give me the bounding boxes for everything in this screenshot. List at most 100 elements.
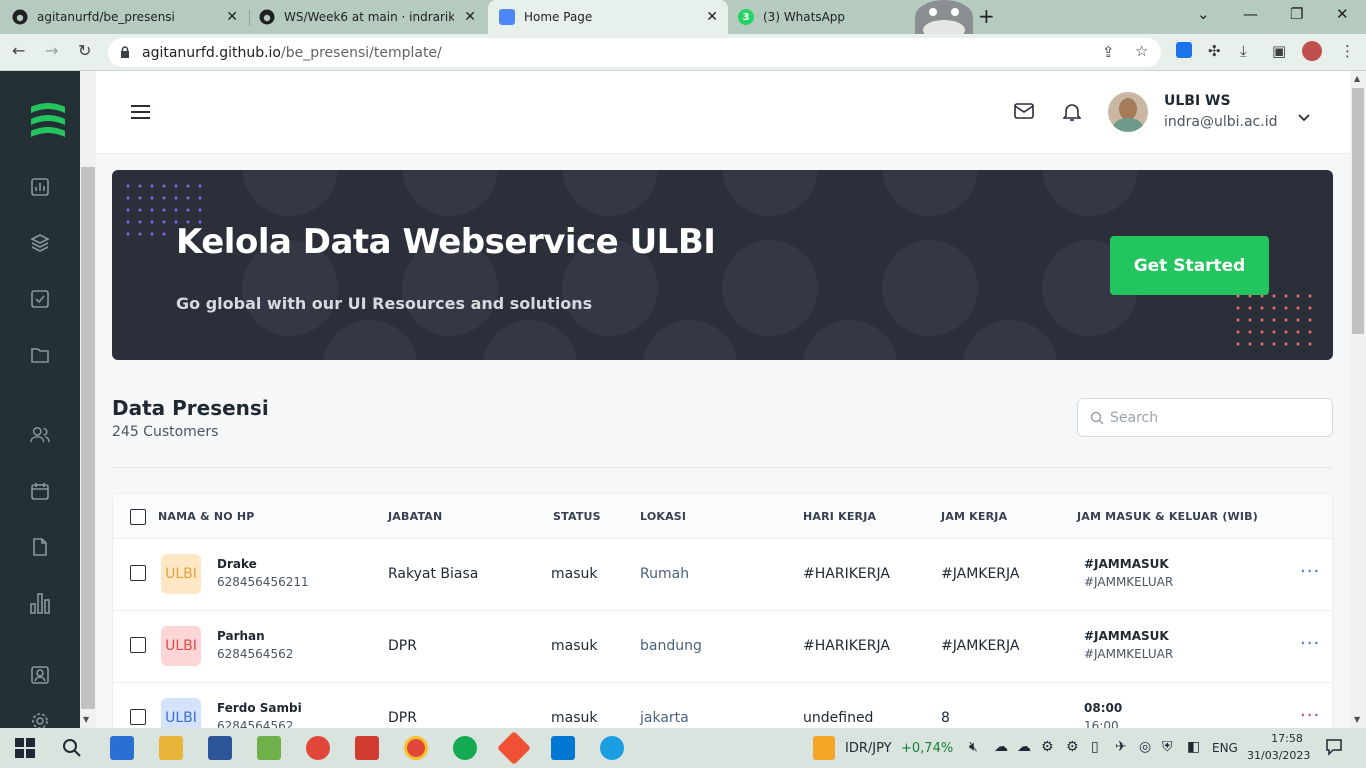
page-icon (499, 9, 515, 25)
table-header-row: NAMA & NO HP JABATAN STATUS LOKASI HARI … (113, 494, 1332, 539)
network-tray-icon[interactable]: ⚙ (1041, 739, 1054, 755)
column-header: JABATAN (388, 510, 443, 523)
layers-icon[interactable] (30, 233, 50, 253)
notification-bell-icon[interactable] (1062, 102, 1082, 126)
security-shield-icon[interactable]: ⛨ (1162, 739, 1173, 755)
clock-date[interactable]: 31/03/2023 (1247, 749, 1310, 762)
column-header: NAMA & NO HP (158, 510, 255, 523)
row-more-options-icon[interactable]: ··· (1300, 705, 1320, 726)
user-name: ULBI WS (1164, 93, 1231, 109)
checkbox-task-icon[interactable] (30, 289, 50, 309)
onedrive-cloud-icon[interactable]: ☁ (994, 739, 1008, 755)
bookmark-star-icon[interactable]: ☆ (1135, 42, 1148, 60)
browser-tab[interactable]: WS/Week6 at main · indrariksa/W ✕ (250, 0, 486, 34)
mongodb-icon[interactable] (453, 736, 477, 760)
row-more-options-icon[interactable]: ··· (1300, 561, 1320, 582)
search-input[interactable] (1110, 409, 1310, 426)
word-app-icon[interactable] (208, 736, 232, 760)
accessibility-tray-icon[interactable]: ◎ (1139, 739, 1151, 755)
volume-muted-icon[interactable]: 🔇︎ (969, 739, 978, 755)
cloud-sync-icon[interactable]: ☁ (1017, 739, 1031, 755)
chrome-icon[interactable] (306, 736, 330, 760)
calendar-icon[interactable] (30, 481, 50, 501)
bar-chart-icon[interactable] (30, 593, 50, 614)
puzzle-extensions-icon[interactable]: ✣ (1208, 42, 1221, 60)
page-title: Data Presensi (112, 396, 269, 420)
restore-window-icon[interactable]: ❐ (1290, 5, 1303, 23)
git-icon[interactable] (497, 731, 531, 765)
url-host: agitanurfd.github.io (142, 44, 281, 61)
row-checkbox[interactable] (130, 637, 146, 653)
edge-icon[interactable] (600, 736, 624, 760)
url-path: /be_presensi/template/ (281, 44, 442, 61)
row-checkbox[interactable] (130, 565, 146, 581)
spreadsheet-app-icon[interactable] (257, 736, 281, 760)
document-icon[interactable] (30, 537, 50, 557)
clock-time[interactable]: 17:58 (1262, 732, 1312, 745)
scroll-down-arrow-icon[interactable]: ▼ (83, 715, 89, 724)
forward-arrow-icon[interactable]: → (45, 41, 58, 60)
tab-search-chevron-icon[interactable]: ⌄ (1197, 5, 1210, 23)
browser-tab[interactable]: agitanurfd/be_presensi ✕ (12, 0, 248, 34)
battery-tray-icon[interactable]: ▯ (1091, 739, 1099, 755)
wps-office-icon[interactable] (355, 736, 379, 760)
display-tray-icon[interactable]: ⚙ (1066, 739, 1079, 755)
search-box[interactable] (1077, 398, 1333, 437)
row-phone: 628456456211 (217, 575, 309, 589)
vscode-icon[interactable] (551, 736, 575, 760)
profile-avatar-icon[interactable] (1302, 41, 1322, 61)
windows-start-icon[interactable] (13, 736, 37, 760)
download-icon[interactable]: ⤓ (1240, 42, 1247, 60)
store-app-icon[interactable] (110, 736, 134, 760)
close-window-icon[interactable]: ✕ (1336, 5, 1349, 23)
new-tab-plus-icon[interactable]: + (978, 4, 995, 28)
address-bar[interactable]: agitanurfd.github.io/be_presensi/templat… (108, 38, 1161, 67)
extension-icon[interactable] (1176, 42, 1192, 58)
sidebar-scrollbar[interactable]: ▼ (80, 71, 96, 728)
chevron-down-icon[interactable] (1298, 107, 1310, 126)
select-all-checkbox[interactable] (130, 509, 146, 525)
users-icon[interactable] (30, 425, 50, 445)
back-arrow-icon[interactable]: ← (12, 41, 25, 60)
brand-logo-icon[interactable] (29, 101, 67, 141)
reload-icon[interactable]: ↻ (78, 41, 91, 60)
close-tab-icon[interactable]: ✕ (706, 9, 718, 25)
scroll-up-arrow-icon[interactable]: ▲ (1354, 74, 1360, 83)
side-panel-icon[interactable]: ▣ (1272, 42, 1286, 60)
currency-ticker-icon[interactable] (813, 736, 835, 760)
get-started-button[interactable]: Get Started (1110, 236, 1269, 295)
file-explorer-icon[interactable] (159, 736, 183, 760)
row-hari-kerja: #HARIKERJA (803, 566, 890, 582)
close-tab-icon[interactable]: ✕ (226, 9, 238, 25)
search-icon[interactable] (60, 736, 84, 760)
chrome-active-icon[interactable] (404, 736, 428, 760)
notifications-icon[interactable] (1325, 738, 1343, 759)
sidebar-scrollbar-thumb[interactable] (81, 167, 95, 709)
browser-tab-active[interactable]: Home Page ✕ (488, 0, 728, 34)
language-indicator[interactable]: ENG (1212, 741, 1238, 755)
browser-tab[interactable]: 3 (3) WhatsApp (729, 0, 915, 34)
minimize-window-icon[interactable]: — (1243, 5, 1258, 23)
table-row[interactable]: ULBI Drake 628456456211 Rakyat Biasa mas… (113, 539, 1332, 611)
wifi-tray-icon[interactable]: ◧ (1187, 739, 1200, 755)
table-row[interactable]: ULBI Ferdo Sambi 6284564562 DPR masuk ja… (113, 683, 1332, 728)
scroll-down-arrow-icon[interactable]: ▼ (1354, 715, 1360, 724)
dashboard-chart-icon[interactable] (30, 177, 50, 197)
ticker-value[interactable]: +0,74% (901, 741, 953, 756)
user-profile-icon[interactable] (30, 665, 50, 685)
bluetooth-tray-icon[interactable]: ✈ (1115, 739, 1127, 755)
table-row[interactable]: ULBI Parhan 6284564562 DPR masuk bandung… (113, 611, 1332, 683)
folder-icon[interactable] (30, 345, 50, 365)
ticker-label[interactable]: IDR/JPY (845, 741, 892, 756)
share-icon[interactable]: ⇪ (1102, 43, 1115, 61)
user-avatar[interactable] (1108, 92, 1148, 132)
browser-menu-icon[interactable]: ⋮ (1340, 42, 1355, 60)
page-scrollbar-thumb[interactable] (1352, 88, 1364, 334)
row-checkbox[interactable] (130, 709, 146, 725)
page-scrollbar[interactable]: ▲ ▼ (1350, 71, 1366, 728)
mail-icon[interactable] (1014, 103, 1034, 123)
close-tab-icon[interactable]: ✕ (464, 9, 476, 25)
row-more-options-icon[interactable]: ··· (1300, 633, 1320, 654)
hamburger-menu-icon[interactable] (131, 104, 150, 123)
banner-subtitle: Go global with our UI Resources and solu… (176, 294, 593, 313)
